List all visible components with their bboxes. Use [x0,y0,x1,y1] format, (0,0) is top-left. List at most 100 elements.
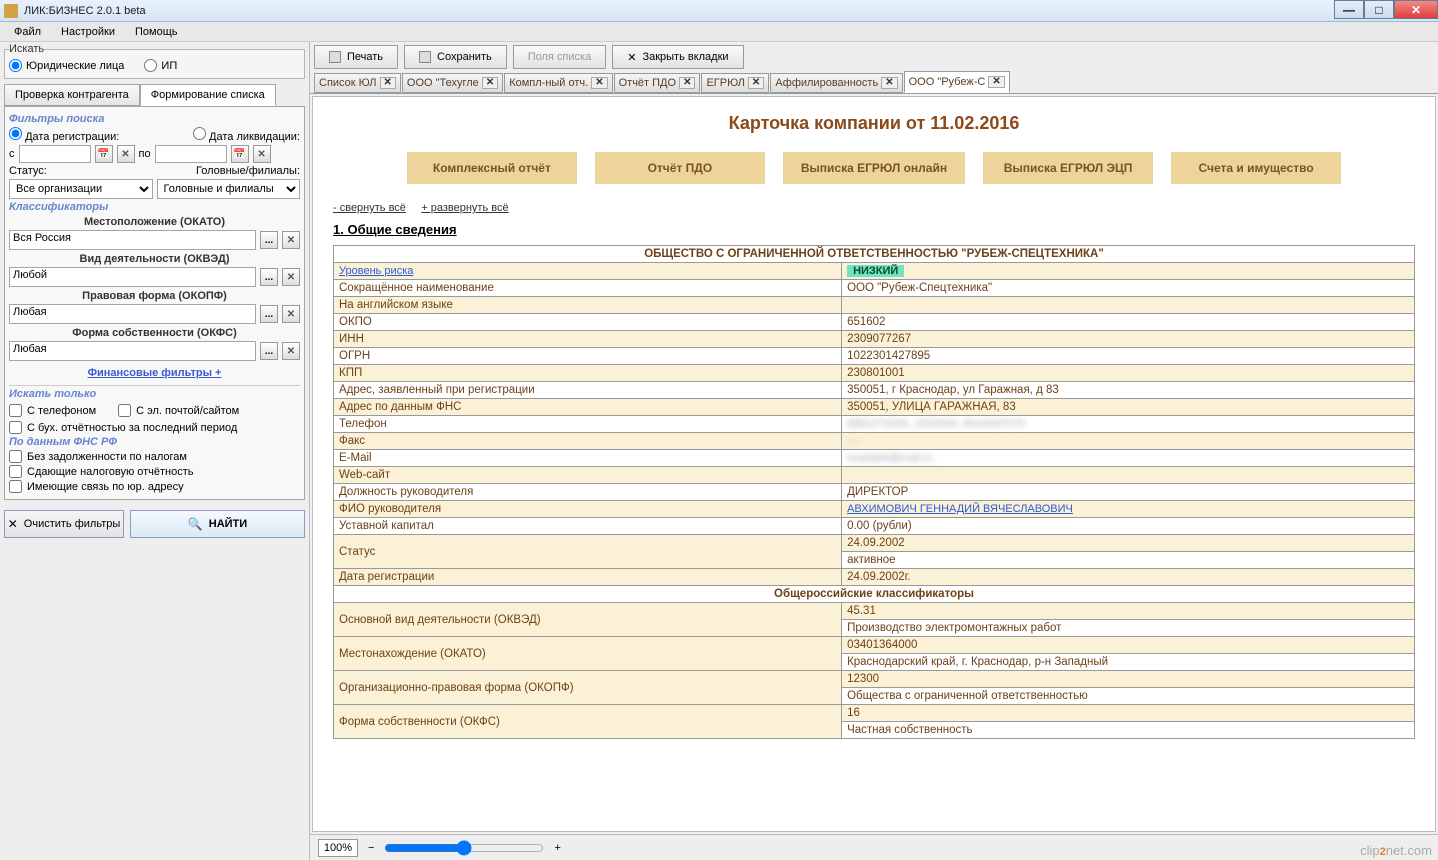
doc-tab[interactable]: Список ЮЛ✕ [314,73,401,93]
radio-ip[interactable]: ИП [144,59,177,72]
card-title: Карточка компании от 11.02.2016 [333,113,1415,134]
doc-tab[interactable]: Компл-ный отч.✕ [504,73,612,93]
fns-title: По данным ФНС РФ [9,436,300,448]
report-accounts-button[interactable]: Счета и имущество [1171,152,1341,184]
check-phone[interactable]: С телефоном [9,404,96,417]
radio-date-reg[interactable]: Дата регистрации: [9,127,119,143]
close-icon[interactable]: ✕ [380,77,396,89]
okato-browse-button[interactable]: ... [260,231,278,249]
classifiers-header: Общероссийские классификаторы [334,586,1415,603]
okfs-field[interactable]: Любая [9,341,256,361]
okato-field[interactable]: Вся Россия [9,230,256,250]
company-header: ОБЩЕСТВО С ОГРАНИЧЕННОЙ ОТВЕТСТВЕННОСТЬЮ… [334,246,1415,263]
close-button[interactable]: ✕ [1394,0,1438,19]
close-icon[interactable]: ✕ [748,77,764,89]
filters-panel: Фильтры поиска Дата регистрации: Дата ли… [4,106,305,500]
clear-from-button[interactable]: ✕ [117,145,135,163]
clear-filters-button[interactable]: ✕ Очистить фильтры [4,510,124,538]
label-from: с [9,148,15,160]
hq-label: Головные/филиалы: [196,165,300,177]
calendar-icon-from[interactable]: 📅 [95,145,113,163]
section-1-header: 1. Общие сведения [333,222,1415,237]
check-accounting[interactable]: С бух. отчётностью за последний период [9,421,300,434]
radio-date-liq[interactable]: Дата ликвидации: [193,127,300,143]
calendar-icon-to[interactable]: 📅 [231,145,249,163]
doc-tab[interactable]: ЕГРЮЛ✕ [701,73,769,93]
okved-clear-button[interactable]: ✕ [282,268,300,286]
close-icon[interactable]: ✕ [679,77,695,89]
minimize-button[interactable]: — [1334,0,1364,19]
sidebar: Искать Юридические лица ИП Проверка конт… [0,42,310,860]
window-title: ЛИК:БИЗНЕС 2.0.1 beta [24,5,146,17]
maximize-button[interactable]: □ [1364,0,1394,19]
okved-browse-button[interactable]: ... [260,268,278,286]
search-group: Искать Юридические лица ИП [4,43,305,79]
menubar: Файл Настройки Помощь [0,22,1438,42]
check-no-debt[interactable]: Без задолженности по налогам [9,450,300,463]
expand-all-link[interactable]: + развернуть всё [421,202,508,214]
radio-legal[interactable]: Юридические лица [9,59,124,72]
close-icon[interactable]: ✕ [482,77,498,89]
close-icon[interactable]: ✕ [881,77,897,89]
footer: − + clip2net.com [310,834,1438,860]
director-link[interactable]: АВХИМОВИЧ ГЕННАДИЙ ВЯЧЕСЛАВОВИЧ [847,503,1073,515]
save-button[interactable]: Сохранить [404,45,507,69]
zoom-out-button[interactable]: − [368,842,374,854]
menu-help[interactable]: Помощь [125,24,188,40]
print-button[interactable]: Печать [314,45,398,69]
clear-to-button[interactable]: ✕ [253,145,271,163]
phone-value: 8861274295, 2533543, 8918497570 [847,418,1024,430]
main-area: Печать Сохранить Поля списка ✕ Закрыть в… [310,42,1438,860]
app-icon [4,4,18,18]
check-linked[interactable]: Имеющие связь по юр. адресу [9,480,300,493]
toolbar: Печать Сохранить Поля списка ✕ Закрыть в… [310,42,1438,72]
date-to-input[interactable] [155,145,227,163]
filters-title: Фильтры поиска [9,113,300,125]
close-icon[interactable]: ✕ [591,77,607,89]
date-from-input[interactable] [19,145,91,163]
close-tabs-button[interactable]: ✕ Закрыть вкладки [612,45,743,69]
fields-button[interactable]: Поля списка [513,45,607,69]
risk-label[interactable]: Уровень риска [339,265,413,277]
save-icon [419,51,431,63]
report-pdo-button[interactable]: Отчёт ПДО [595,152,765,184]
zoom-slider[interactable] [384,840,544,856]
doc-tab[interactable]: ООО "Техугле✕ [402,73,503,93]
okfs-label: Форма собственности (ОКФС) [9,327,300,339]
doc-tab[interactable]: Отчёт ПДО✕ [614,73,701,93]
okfs-browse-button[interactable]: ... [260,342,278,360]
okato-clear-button[interactable]: ✕ [282,231,300,249]
report-egrul-online-button[interactable]: Выписка ЕГРЮЛ онлайн [783,152,965,184]
zoom-in-button[interactable]: + [554,842,560,854]
check-sending[interactable]: Сдающие налоговую отчётность [9,465,300,478]
okopf-label: Правовая форма (ОКОПФ) [9,290,300,302]
menu-file[interactable]: Файл [4,24,51,40]
status-label: Статус: [9,165,47,177]
hq-dropdown[interactable]: Головные и филиалы [157,179,301,199]
check-email[interactable]: С эл. почтой/сайтом [118,404,239,417]
report-egrul-ecp-button[interactable]: Выписка ЕГРЮЛ ЭЦП [983,152,1153,184]
okved-label: Вид деятельности (ОКВЭД) [9,253,300,265]
financial-filters-link[interactable]: Финансовые фильтры + [9,367,300,379]
search-only-title: Искать только [9,388,300,400]
titlebar: ЛИК:БИЗНЕС 2.0.1 beta — □ ✕ [0,0,1438,22]
menu-settings[interactable]: Настройки [51,24,125,40]
okved-field[interactable]: Любой [9,267,256,287]
watermark: clip2net.com [1360,843,1432,858]
status-dropdown[interactable]: Все организации [9,179,153,199]
doc-tab[interactable]: Аффилированность✕ [770,73,902,93]
okfs-clear-button[interactable]: ✕ [282,342,300,360]
report-complex-button[interactable]: Комплексный отчёт [407,152,577,184]
zoom-input[interactable] [318,839,358,857]
okopf-clear-button[interactable]: ✕ [282,305,300,323]
okato-label: Местоположение (ОКАТО) [9,216,300,228]
tab-check-counterparty[interactable]: Проверка контрагента [4,84,140,106]
email-value: example@mail.ru [847,452,933,464]
doc-tab-active[interactable]: ООО "Рубеж-С✕ [904,71,1010,93]
okopf-field[interactable]: Любая [9,304,256,324]
okopf-browse-button[interactable]: ... [260,305,278,323]
close-icon[interactable]: ✕ [988,76,1004,88]
tab-form-list[interactable]: Формирование списка [140,84,276,106]
find-button[interactable]: 🔍 НАЙТИ [130,510,305,538]
collapse-all-link[interactable]: - свернуть всё [333,202,406,214]
